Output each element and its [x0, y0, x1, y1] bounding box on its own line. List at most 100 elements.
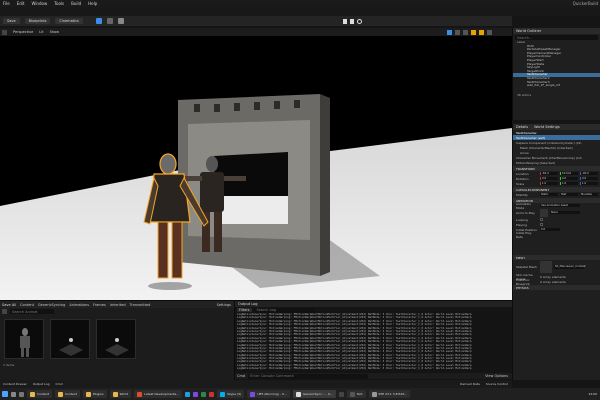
location-x[interactable]: -82.4 [540, 171, 558, 176]
perspective-button[interactable]: Perspective [13, 30, 33, 34]
blueprints-button[interactable]: Blueprints [24, 18, 51, 24]
anim-thumbnail[interactable] [540, 208, 548, 217]
camera-speed-icon[interactable] [487, 29, 492, 35]
breadcrumb-0[interactable]: Content [20, 303, 34, 307]
grid-snap-icon[interactable] [471, 29, 476, 35]
breadcrumb-4[interactable]: Inherited [110, 303, 126, 307]
content-settings-button[interactable]: Settings [217, 303, 231, 307]
mobility-static[interactable]: Static [540, 192, 558, 197]
cmd-button[interactable]: Cmd [56, 382, 63, 386]
stop-icon[interactable] [350, 18, 354, 24]
output-log-button[interactable]: Output Log [33, 382, 50, 386]
asset-thumbnail[interactable] [96, 319, 136, 359]
content-search-input[interactable]: Search Animat [10, 309, 54, 314]
log-search-input[interactable]: Search Log [254, 307, 315, 313]
outliner-search-input[interactable]: Search... [515, 35, 598, 40]
select-mode-icon[interactable] [95, 18, 102, 24]
level-viewport[interactable] [0, 36, 512, 300]
landscape-mode-icon[interactable] [106, 18, 113, 24]
view-options-button[interactable]: View Options [485, 374, 508, 378]
app-icon[interactable] [338, 391, 344, 397]
derived-data-button[interactable]: Derived Data [460, 382, 480, 386]
lit-button[interactable]: Lit [39, 30, 43, 34]
anim-mode-select[interactable]: Use Animation Asset [540, 203, 580, 208]
taskbar-item-world[interactable]: World [109, 390, 132, 398]
app-icon[interactable] [185, 391, 191, 397]
breadcrumb-2[interactable]: Animations [69, 303, 89, 307]
taskbar-item-rte[interactable]: RTE 23.1 3.8 Edit... [368, 390, 411, 398]
breadcrumb-3[interactable]: Frames [93, 303, 106, 307]
clock[interactable]: 12:00 [588, 392, 597, 396]
menu-build[interactable]: Build [71, 1, 81, 6]
section-physics[interactable]: PHYSICS [513, 285, 600, 290]
taskbar-item-browser[interactable]: Latest Developments... [134, 390, 183, 398]
filter-icon[interactable] [2, 309, 7, 314]
save-button[interactable]: Save [3, 18, 20, 24]
rotation-y[interactable]: 0.0 [560, 176, 578, 181]
world-settings-tab[interactable]: World Settings [534, 125, 560, 129]
scale-icon[interactable] [463, 29, 468, 35]
taskbar-item-plugins[interactable]: Plugins [82, 390, 107, 398]
eject-icon[interactable] [357, 18, 362, 24]
anim-to-play-select[interactable]: None [550, 210, 580, 215]
menu-edit[interactable]: Edit [17, 1, 25, 6]
breadcrumb-5[interactable]: Transmitted [130, 303, 151, 307]
translate-icon[interactable] [447, 29, 452, 35]
log-filters-button[interactable]: Filters [237, 308, 252, 312]
cmd-label[interactable]: Cmd [237, 374, 245, 378]
taskbar-item-slot[interactable]: Slot [346, 390, 366, 398]
skeletal-mesh-select[interactable]: SK_Mannequin_Combat [554, 265, 585, 269]
scale-x[interactable]: 1.0 [540, 181, 558, 186]
show-button[interactable]: Show [50, 30, 59, 34]
angle-snap-icon[interactable] [479, 29, 484, 35]
content-drawer-button[interactable]: Content Drawer [3, 382, 27, 386]
asset-thumbnail[interactable] [50, 319, 90, 359]
start-icon[interactable] [2, 391, 8, 397]
menu-window[interactable]: Window [31, 1, 47, 6]
unreal-icon [296, 391, 301, 397]
taskbar-item-content[interactable]: Content [27, 390, 52, 398]
initial-position-field[interactable]: 0.0 [540, 227, 560, 232]
anim-mode-label: Animation Mode [516, 201, 532, 210]
anim-preview-icon [105, 338, 129, 356]
menu-file[interactable]: File [3, 1, 10, 6]
taskbar-item-generic-sync[interactable]: GenericSync... - U... [293, 390, 336, 398]
mobility-movable[interactable]: Movable [580, 192, 598, 197]
looping-checkbox[interactable] [540, 218, 543, 221]
location-z[interactable]: -90.9 [580, 171, 598, 176]
rotation-x[interactable]: 0.0 [540, 176, 558, 181]
cinematics-button[interactable]: Cinematics [55, 18, 83, 24]
log-lines: LogNetListenerSync: MotionWarping: FMoti… [235, 313, 512, 373]
app-icon[interactable] [209, 391, 215, 397]
playing-checkbox[interactable] [540, 223, 543, 226]
location-y[interactable]: 1014.0 [560, 171, 578, 176]
viewport-menu-icon[interactable] [2, 29, 7, 35]
taskbar-item-skype[interactable]: Skype (5) [217, 390, 245, 398]
asset-thumbnail[interactable] [4, 319, 44, 359]
menu-help[interactable]: Help [88, 1, 97, 6]
details-tab[interactable]: Details [516, 125, 528, 129]
rotation-z[interactable]: 0.0 [580, 176, 598, 181]
taskbar-item-content-2[interactable]: Content [54, 390, 80, 398]
mobility-stationary[interactable]: Stat [560, 192, 578, 197]
save-all-button[interactable]: Save All [2, 303, 16, 307]
app-icon[interactable] [193, 391, 199, 397]
component-motion-warping[interactable]: MotionWarping (Selected) [513, 160, 600, 165]
foliage-mode-icon[interactable] [117, 18, 124, 24]
source-control-button[interactable]: Source Control [486, 382, 508, 386]
output-log-tab[interactable]: Output Log [238, 302, 258, 306]
scale-z[interactable]: 1.0 [580, 181, 598, 186]
taskbar-item-ue5[interactable]: UE5 (Running) - U... [247, 390, 290, 398]
menu-tools[interactable]: Tools [54, 1, 64, 6]
outliner-title: World Outliner [516, 29, 542, 33]
skeletal-mesh-thumbnail[interactable] [540, 261, 552, 273]
task-view-icon[interactable] [19, 391, 24, 397]
app-icon[interactable] [201, 391, 207, 397]
search-icon[interactable] [11, 391, 16, 397]
outliner-item-wall[interactable]: wall_full_1F_single_mt [513, 84, 600, 88]
breadcrumb-1[interactable]: GenericSyncing [38, 303, 65, 307]
scale-y[interactable]: 1.0 [560, 181, 578, 186]
console-input[interactable]: Enter Console Command [248, 373, 369, 379]
rotate-icon[interactable] [455, 29, 460, 35]
pause-icon[interactable] [343, 18, 347, 24]
